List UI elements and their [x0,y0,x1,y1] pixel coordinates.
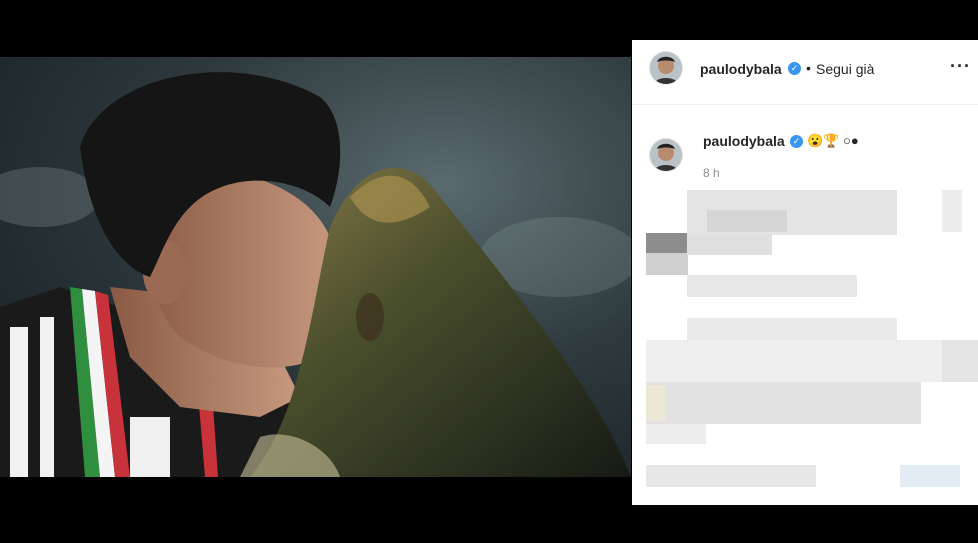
more-options-icon[interactable]: ··· [950,56,971,77]
post-photo[interactable] [0,57,631,477]
blurred-block [646,385,666,421]
blurred-block [646,340,946,382]
avatar[interactable] [649,51,683,85]
blurred-block [942,190,962,232]
blurred-block [942,340,978,382]
blurred-block [646,253,688,275]
blurred-block [687,233,772,255]
caption-text: 😮🏆 ○● [807,133,859,148]
separator-dot: • [806,60,811,76]
following-status[interactable]: Segui già [816,61,874,77]
verified-badge-icon: ✓ [788,62,801,75]
player-kissing-trophy-image [0,72,631,477]
post-timestamp[interactable]: 8 h [703,166,720,180]
blurred-block [687,318,897,340]
blurred-block [707,210,787,232]
header-username[interactable]: paulodybala [700,61,782,77]
blurred-block [646,465,816,487]
blurred-block [646,424,706,444]
blurred-block [646,233,688,253]
post-header: paulodybala ✓ • Segui già ··· [632,40,978,105]
avatar-image [650,52,682,84]
post-details-panel: paulodybala ✓ • Segui già ··· paulodybal… [632,40,978,505]
blurred-block [687,275,857,297]
caption-username[interactable]: paulodybala [703,133,785,149]
caption-avatar[interactable] [649,138,683,172]
blurred-block [646,382,921,424]
verified-badge-icon: ✓ [790,135,803,148]
blurred-block [900,465,960,487]
avatar-image [650,139,682,171]
